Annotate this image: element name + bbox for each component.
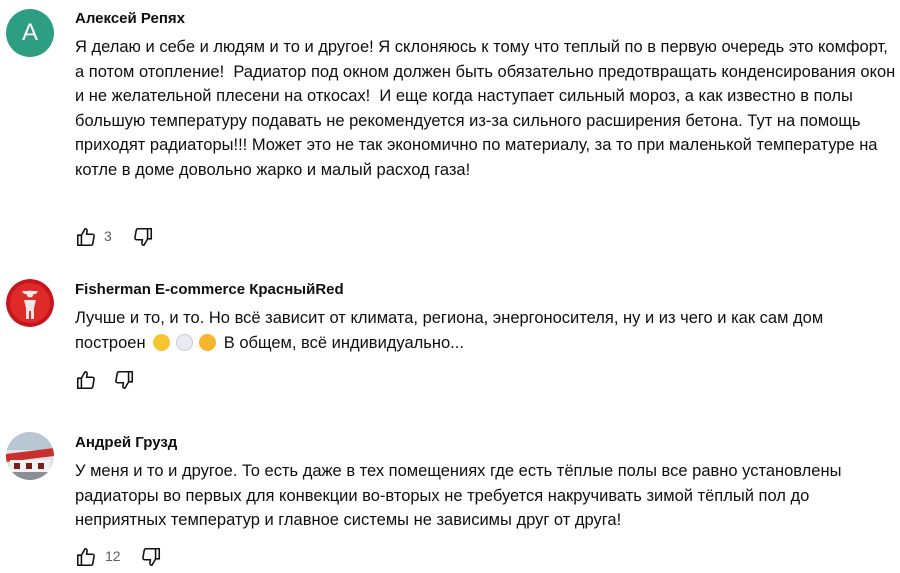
dislike-button[interactable] [113,369,135,391]
comment-author[interactable]: Fisherman E-commerce КрасныйRed [75,281,344,298]
avatar[interactable] [6,279,54,327]
avatar[interactable] [6,432,54,480]
like-count: 12 [105,548,121,564]
comment-author[interactable]: Андрей Грузд [75,434,177,451]
comment-text-part: В общем, всё индивидуально... [223,333,464,352]
face-savoring-emoji [153,333,171,351]
thumbs-up-icon [76,370,95,390]
ghost-emoji [176,333,194,351]
avatar-image [6,279,54,327]
like-button[interactable] [75,369,97,391]
comment-text: Лучше и то, и то. Но всё зависит от клим… [75,306,897,355]
like-button[interactable] [75,546,97,568]
comment-author[interactable]: Алексей Репях [75,10,185,27]
thinking-face-emoji [199,333,217,351]
dislike-button[interactable] [140,546,162,568]
avatar-letter: А [21,19,38,46]
comment-text: У меня и то и другое. То есть даже в тех… [75,462,847,530]
comment-text: Я делаю и себе и людям и то и другое! Я … [75,38,900,179]
thumbs-down-icon [115,370,134,390]
like-button[interactable] [75,226,97,248]
thumbs-up-icon [76,547,95,567]
thumbs-down-icon [134,227,153,247]
dislike-button[interactable] [132,226,154,248]
avatar-image [6,432,54,480]
thumbs-down-icon [142,547,161,567]
like-count: 3 [104,228,112,244]
avatar[interactable]: А [6,9,54,57]
thumbs-up-icon [76,227,95,247]
